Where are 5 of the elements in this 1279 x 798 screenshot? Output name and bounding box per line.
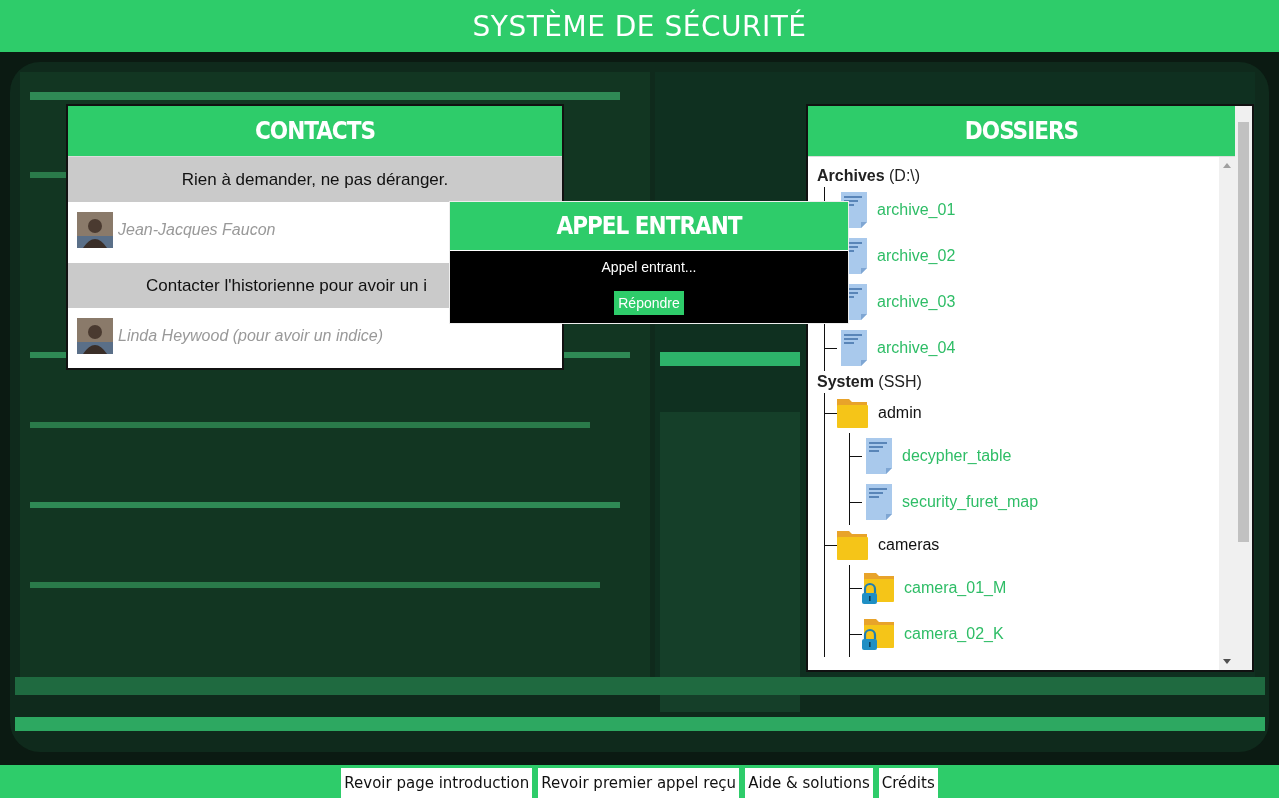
page-title: SYSTÈME DE SÉCURITÉ	[472, 9, 807, 43]
footer-button[interactable]: Revoir premier appel reçu	[538, 768, 740, 798]
footer-button[interactable]: Aide & solutions	[745, 768, 873, 798]
footer-button[interactable]: Crédits	[878, 768, 938, 798]
footer-button[interactable]: Revoir page introduction	[341, 768, 533, 798]
